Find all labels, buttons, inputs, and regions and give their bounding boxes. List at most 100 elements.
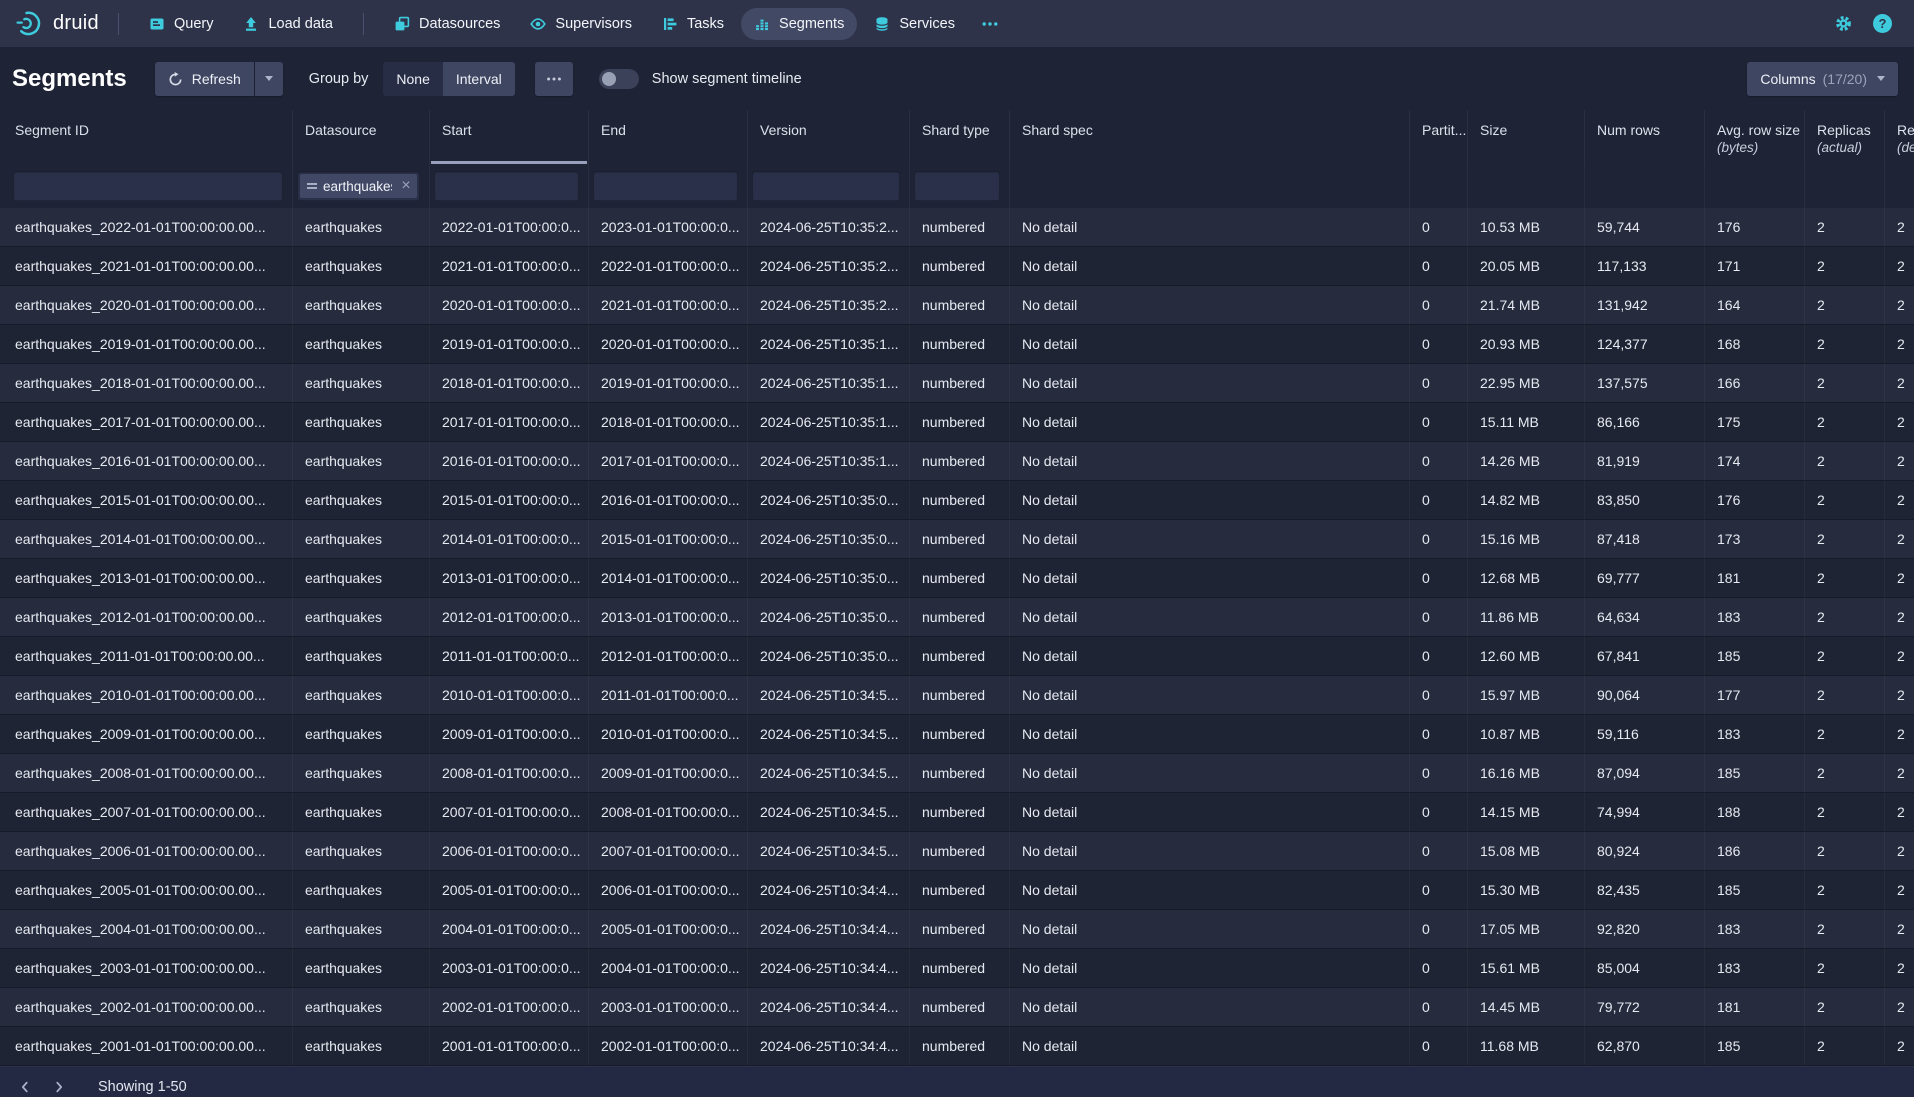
table-row[interactable]: earthquakes_2015-01-01T00:00:00.00...ear… (0, 481, 1914, 520)
nav-item-supervisors[interactable]: Supervisors (517, 8, 645, 40)
segment-id-filter-input[interactable] (13, 171, 283, 201)
table-row[interactable]: earthquakes_2017-01-01T00:00:00.00...ear… (0, 403, 1914, 442)
table-cell: No detail (1010, 403, 1410, 441)
table-cell: earthquakes_2012-01-01T00:00:00.00... (0, 598, 293, 636)
column-header-shard-type[interactable]: Shard type (910, 110, 1010, 164)
nav-item-segments[interactable]: Segments (741, 8, 857, 40)
table-cell: earthquakes (293, 871, 430, 909)
table-cell: earthquakes (293, 598, 430, 636)
table-row[interactable]: earthquakes_2021-01-01T00:00:00.00...ear… (0, 247, 1914, 286)
column-header-num-rows[interactable]: Num rows (1585, 110, 1705, 164)
table-row[interactable]: earthquakes_2006-01-01T00:00:00.00...ear… (0, 832, 1914, 871)
table-row[interactable]: earthquakes_2018-01-01T00:00:00.00...ear… (0, 364, 1914, 403)
table-cell: 2 (1885, 247, 1914, 285)
nav-more-button[interactable] (972, 8, 1008, 40)
settings-button[interactable] (1834, 14, 1853, 33)
table-row[interactable]: earthquakes_2005-01-01T00:00:00.00...ear… (0, 871, 1914, 910)
table-cell: 2014-01-01T00:00:0... (589, 559, 748, 597)
table-cell: 2012-01-01T00:00:0... (589, 637, 748, 675)
druid-logo-icon (16, 10, 44, 37)
table-row[interactable]: earthquakes_2011-01-01T00:00:00.00...ear… (0, 637, 1914, 676)
datasource-filter-tag[interactable]: earthquakes × (300, 174, 417, 198)
table-row[interactable]: earthquakes_2014-01-01T00:00:00.00...ear… (0, 520, 1914, 559)
previous-page-button[interactable] (8, 1072, 42, 1097)
table-cell: 2 (1805, 325, 1885, 363)
table-cell: 92,820 (1585, 910, 1705, 948)
column-header-replicas[interactable]: Replicas(actual) (1805, 110, 1885, 164)
columns-count: (17/20) (1823, 71, 1867, 87)
table-row[interactable]: earthquakes_2020-01-01T00:00:00.00...ear… (0, 286, 1914, 325)
table-row[interactable]: earthquakes_2010-01-01T00:00:00.00...ear… (0, 676, 1914, 715)
nav-item-label: Load data (268, 16, 333, 32)
column-header-avg-row-size[interactable]: Avg. row size(bytes) (1705, 110, 1805, 164)
group-by-interval-button[interactable]: Interval (443, 62, 515, 96)
gear-icon (1834, 14, 1853, 33)
nav-item-load-data[interactable]: Load data (230, 8, 346, 40)
column-header-end[interactable]: End (589, 110, 748, 164)
nav-item-tasks[interactable]: Tasks (649, 8, 737, 40)
table-cell: 10.87 MB (1468, 715, 1585, 753)
showing-range-label: Showing 1-50 (98, 1072, 187, 1097)
column-header-start[interactable]: Start (430, 110, 589, 164)
column-header-shard-spec[interactable]: Shard spec (1010, 110, 1410, 164)
column-header-size[interactable]: Size (1468, 110, 1585, 164)
start-filter-input[interactable] (434, 171, 579, 201)
table-cell: earthquakes (293, 559, 430, 597)
column-header-replication-factor[interactable]: Replication factor(desired) (1885, 110, 1914, 164)
table-cell: 0 (1410, 1027, 1468, 1065)
table-cell: No detail (1010, 1027, 1410, 1065)
table-row[interactable]: earthquakes_2002-01-01T00:00:00.00...ear… (0, 988, 1914, 1027)
table-row[interactable]: earthquakes_2016-01-01T00:00:00.00...ear… (0, 442, 1914, 481)
column-header-partition[interactable]: Partit... (1410, 110, 1468, 164)
segment-timeline-toggle[interactable] (599, 69, 639, 89)
table-row[interactable]: earthquakes_2007-01-01T00:00:00.00...ear… (0, 793, 1914, 832)
table-row[interactable]: earthquakes_2022-01-01T00:00:00.00...ear… (0, 208, 1914, 247)
columns-button[interactable]: Columns (17/20) (1747, 62, 1898, 96)
segment-timeline-label: Show segment timeline (652, 71, 802, 87)
brand-name: druid (53, 12, 99, 35)
druid-logo[interactable]: druid (16, 10, 99, 37)
help-button[interactable]: ? (1873, 14, 1892, 33)
column-header-datasource[interactable]: Datasource (293, 110, 430, 164)
next-page-button[interactable] (42, 1072, 76, 1097)
column-header-version[interactable]: Version (748, 110, 910, 164)
table-cell: 2024-06-25T10:34:5... (748, 793, 910, 831)
column-header-segment-id[interactable]: Segment ID (0, 110, 293, 164)
nav-item-services[interactable]: Services (861, 8, 968, 40)
table-cell: 186 (1705, 832, 1805, 870)
close-icon[interactable]: × (398, 177, 414, 195)
table-cell: No detail (1010, 286, 1410, 324)
table-cell: 2 (1805, 832, 1885, 870)
end-filter-input[interactable] (593, 171, 738, 201)
table-cell: 185 (1705, 754, 1805, 792)
chevron-down-icon (265, 76, 273, 81)
top-navbar: druid Query Load data Datasources Superv… (0, 0, 1914, 47)
refresh-button[interactable]: Refresh (155, 62, 254, 96)
table-row[interactable]: earthquakes_2008-01-01T00:00:00.00...ear… (0, 754, 1914, 793)
shard-type-filter-input[interactable] (914, 171, 1000, 201)
help-icon: ? (1873, 14, 1892, 33)
table-row[interactable]: earthquakes_2009-01-01T00:00:00.00...ear… (0, 715, 1914, 754)
table-row[interactable]: earthquakes_2003-01-01T00:00:00.00...ear… (0, 949, 1914, 988)
more-actions-button[interactable] (535, 62, 573, 96)
nav-item-datasources[interactable]: Datasources (381, 8, 513, 40)
page-title: Segments (12, 65, 127, 93)
table-cell: 177 (1705, 676, 1805, 714)
version-filter-input[interactable] (752, 171, 900, 201)
segments-icon (754, 16, 770, 32)
table-cell: earthquakes (293, 988, 430, 1026)
table-row[interactable]: earthquakes_2004-01-01T00:00:00.00...ear… (0, 910, 1914, 949)
table-row[interactable]: earthquakes_2012-01-01T00:00:00.00...ear… (0, 598, 1914, 637)
datasource-filter-input[interactable]: earthquakes × (297, 171, 420, 201)
column-label: Version (760, 122, 901, 139)
table-cell: earthquakes_2016-01-01T00:00:00.00... (0, 442, 293, 480)
table-row[interactable]: earthquakes_2019-01-01T00:00:00.00...ear… (0, 325, 1914, 364)
refresh-options-button[interactable] (255, 62, 283, 96)
table-cell: 21.74 MB (1468, 286, 1585, 324)
group-by-none-button[interactable]: None (383, 62, 442, 96)
nav-item-query[interactable]: Query (136, 8, 227, 40)
column-label: Datasource (305, 122, 421, 139)
table-cell: 20.05 MB (1468, 247, 1585, 285)
table-row[interactable]: earthquakes_2013-01-01T00:00:00.00...ear… (0, 559, 1914, 598)
table-row[interactable]: earthquakes_2001-01-01T00:00:00.00...ear… (0, 1027, 1914, 1066)
